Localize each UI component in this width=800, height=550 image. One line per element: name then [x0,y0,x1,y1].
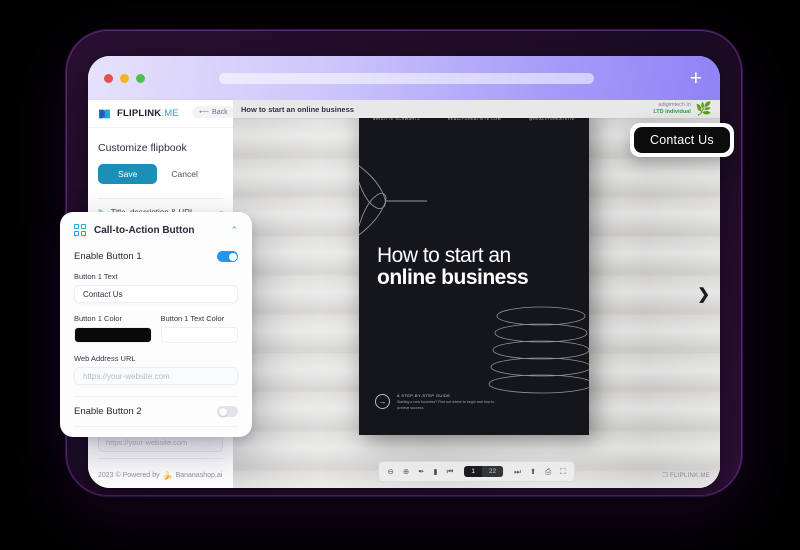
watermark-logo-icon: ❐ [662,473,669,479]
arrow-right-circle-icon: → [375,394,390,410]
viewer-toolbar[interactable]: ⊖ ⊕ ✒ ▮ ⏮ 1 22 ⏭ ⬆ ⎙ ⛶ [377,461,576,482]
back-label: Back [212,108,228,116]
print-icon[interactable]: ⎙ [545,468,551,476]
cover-cta-body: Starting a new business? Find out where … [397,400,495,410]
new-tab-button[interactable]: + [690,68,704,89]
window-controls[interactable] [104,73,145,83]
button-1-text-input[interactable]: Contact Us [74,285,238,303]
upload-icon[interactable]: ⬆ [530,468,536,476]
arrow-left-icon: ⟵ [199,109,210,116]
chevron-up-icon[interactable]: ⌃ [230,225,238,236]
enable-button-2-label: Enable Button 2 [74,406,142,417]
next-page-arrow[interactable]: ❯ [697,285,710,303]
enable-button-1-row: Enable Button 1 [74,251,238,262]
button-1-text-label: Button 1 Text [74,272,118,281]
cover-cta-kicker: A STEP-BY-STEP GUIDE [397,394,451,399]
last-page-icon[interactable]: ⏭ [514,468,521,476]
grid-apps-icon [74,224,86,236]
document-title-bar: How to start an online business [233,100,720,118]
fullscreen-icon[interactable]: ⛶ [560,468,565,476]
panel-divider [74,396,238,397]
enable-button-1-toggle[interactable] [217,251,238,262]
cover-title-line1: How to start an [377,244,511,267]
viewer-watermark: ❐ FLIPLINK.ME [662,472,710,480]
enable-button-2-row: Enable Button 2 [74,406,238,417]
color-fields-row: Button 1 Color Button 1 Text Color [74,314,238,343]
pen-icon[interactable]: ✒ [418,468,424,476]
document-title: How to start an online business [241,104,354,114]
cover-cta-block: → A STEP-BY-STEP GUIDE Starting a new bu… [375,394,497,411]
brand-name: FLIPLINK.ME [117,108,179,119]
cover-title: How to start an online business [377,244,575,290]
screenshot-stage: + FLIPLINK.ME ⟵ Back Customize flipbook … [0,0,800,550]
account-badge[interactable]: adigimtech.in LTD individual 🌿 [653,102,712,115]
page-indicator[interactable]: 1 22 [464,466,504,477]
enable-button-2-toggle[interactable] [217,406,238,417]
maximize-window-button[interactable] [136,73,145,83]
button-1-color-swatch[interactable] [74,327,152,343]
swirl-decoration-icon [359,165,427,236]
footer-text: 2023 © Powered by [98,472,160,479]
button-1-color-label: Button 1 Color [74,314,122,323]
current-page[interactable]: 1 [464,466,482,477]
first-page-icon[interactable]: ⏮ [447,468,454,476]
page-title: Customize flipbook [98,142,187,154]
browser-titlebar: + [88,56,720,100]
watermark-text: FLIPLINK.ME [670,472,710,479]
contact-us-floating-button[interactable]: Contact Us [630,123,734,157]
fliplink-logo-icon [99,109,110,118]
web-address-input[interactable]: https://your-website.com [74,367,238,385]
account-domain: adigimtech.in [658,102,691,109]
bookmark-icon[interactable]: ▮ [433,468,437,476]
coil-decoration-icon [488,306,589,394]
action-buttons: Save Cancel [98,164,223,184]
book-cover-page[interactable]: BRIGITTE SCHWARTZ REALLYGREATSITE.COM @R… [359,105,589,435]
save-button[interactable]: Save [98,164,158,184]
button-1-text-color-label: Button 1 Text Color [160,314,225,323]
cover-title-line2: online business [377,266,529,290]
flipbook-viewer: How to start an online business adigimte… [233,100,720,488]
account-plan: LTD individual [653,108,691,115]
back-button[interactable]: ⟵ Back [192,106,235,118]
cta-panel-header[interactable]: Call-to-Action Button ⌃ [74,224,238,236]
leaf-icon: 🌿 [695,101,712,116]
banana-icon: 🍌 [162,471,173,480]
web-address-label: Web Address URL [74,354,136,363]
footer: 2023 © Powered by 🍌 Bananashop.ai [88,465,233,488]
cancel-button[interactable]: Cancel [171,169,197,179]
button-1-text-color-swatch[interactable] [160,327,238,343]
footer-brand: Bananashop.ai [175,472,223,479]
contact-us-label: Contact Us [634,127,730,153]
cta-panel-title: Call-to-Action Button [94,224,195,236]
address-bar[interactable] [219,72,594,84]
total-pages: 22 [481,466,504,477]
close-window-button[interactable] [104,73,113,83]
zoom-out-icon[interactable]: ⊖ [388,468,394,476]
divider [98,458,223,459]
call-to-action-settings-panel: Call-to-Action Button ⌃ Enable Button 1 … [60,212,252,437]
enable-button-1-label: Enable Button 1 [74,251,142,262]
minimize-window-button[interactable] [120,73,129,83]
zoom-in-icon[interactable]: ⊕ [403,468,409,476]
panel-bottom-divider [74,426,238,427]
